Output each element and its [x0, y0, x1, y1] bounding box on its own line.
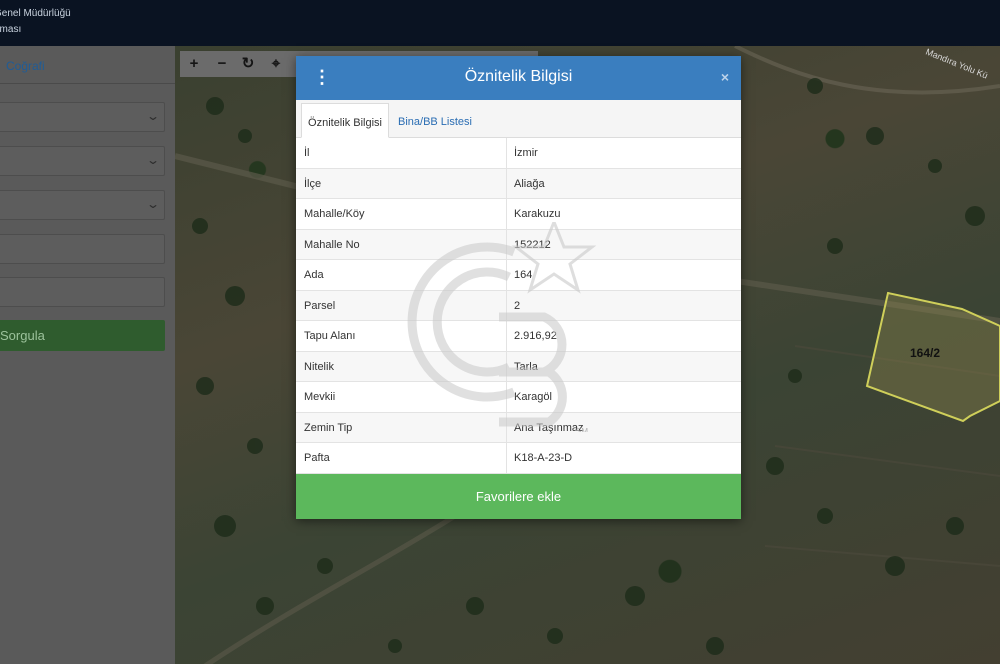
refresh-icon[interactable]: ↻	[236, 52, 260, 76]
row-key: Tapu Alanı	[304, 330, 356, 342]
row-value: 152212	[514, 238, 551, 251]
table-row: Ada 164	[296, 260, 741, 291]
row-value: Aliağa	[514, 177, 545, 190]
table-row: Mahalle/Köy Karakuzu	[296, 199, 741, 230]
dialog-header: ⋮ Öznitelik Bilgisi ×	[296, 56, 741, 100]
row-key: Mahalle No	[304, 238, 360, 251]
row-key: Parsel	[304, 299, 336, 312]
close-icon[interactable]: ×	[721, 69, 729, 85]
row-key: Zemin Tip	[304, 421, 353, 434]
top-bar: Genel Müdürlüğü aması	[0, 0, 1000, 46]
tab-building-list[interactable]: Bina/BB Listesi	[398, 103, 472, 138]
ilce-select[interactable]: ⌄	[0, 146, 165, 176]
road-label: Mandıra Yolu Kü	[924, 47, 989, 81]
table-row: Pafta K18-A-23-D	[296, 443, 741, 474]
zoom-out-button[interactable]: −	[210, 52, 234, 76]
parcel-label: 164/2	[910, 346, 940, 360]
zoom-in-button[interactable]: +	[182, 52, 206, 76]
row-key: İl	[304, 147, 310, 159]
sidebar: Coğrafi ⌄ ⌄ ⌄ Sorgula	[0, 46, 175, 664]
row-value: İzmir	[514, 147, 538, 159]
mahalle-select[interactable]: ⌄	[0, 190, 165, 220]
row-value: 164	[514, 269, 533, 281]
tab-cografi[interactable]: Coğrafi	[6, 59, 45, 73]
chevron-down-icon: ⌄	[145, 197, 161, 211]
row-key: Pafta	[304, 452, 330, 464]
row-value: Tarla	[514, 360, 538, 373]
row-value: K18-A-23-D	[514, 452, 573, 464]
table-row: Parsel 2	[296, 290, 741, 321]
table-row: Tapu Alanı 2.916,92	[296, 321, 741, 352]
dialog-tabs: Öznitelik Bilgisi Bina/BB Listesi	[296, 100, 741, 138]
row-key: İlçe	[304, 177, 322, 190]
table-row: İlçe Aliağa	[296, 168, 741, 199]
ada-input[interactable]	[0, 234, 165, 264]
table-row: İl İzmir	[296, 138, 741, 169]
row-key: Nitelik	[304, 360, 334, 373]
row-key: Ada	[304, 269, 324, 281]
attribute-info-dialog: ⋮ Öznitelik Bilgisi × Öznitelik Bilgisi …	[296, 56, 741, 519]
tab-attribute-info[interactable]: Öznitelik Bilgisi	[301, 103, 389, 138]
app-title-line2: aması	[0, 24, 22, 35]
il-select[interactable]: ⌄	[0, 102, 165, 132]
attribute-table: İl İzmir İlçe Aliağa Mahalle/Köy Karakuzu M…	[296, 138, 741, 474]
query-button[interactable]: Sorgula	[0, 320, 165, 351]
row-value: Karakuzu	[514, 208, 561, 220]
row-value: 2.916,92	[514, 330, 557, 342]
row-key: Mevkii	[304, 391, 336, 403]
app-title-line1: Genel Müdürlüğü	[0, 8, 71, 19]
row-value: 2	[514, 299, 521, 312]
table-row: Mahalle No 152212	[296, 229, 741, 260]
dialog-title: Öznitelik Bilgisi	[464, 68, 573, 85]
chevron-down-icon: ⌄	[145, 109, 161, 123]
add-to-favorites-button[interactable]: Favorilere ekle	[296, 474, 741, 519]
locate-icon[interactable]: ⌖	[264, 52, 288, 76]
row-key: Mahalle/Köy	[304, 208, 365, 220]
table-row: Mevkii Karagöl	[296, 382, 741, 413]
row-value: Ana Taşınmaz	[514, 421, 584, 434]
sidebar-header: Coğrafi	[0, 46, 175, 84]
table-row: Nitelik Tarla	[296, 351, 741, 382]
row-value: Karagöl	[514, 391, 552, 403]
chevron-down-icon: ⌄	[145, 153, 161, 167]
parsel-input[interactable]	[0, 277, 165, 307]
table-row: Zemin Tip Ana Taşınmaz	[296, 412, 741, 443]
